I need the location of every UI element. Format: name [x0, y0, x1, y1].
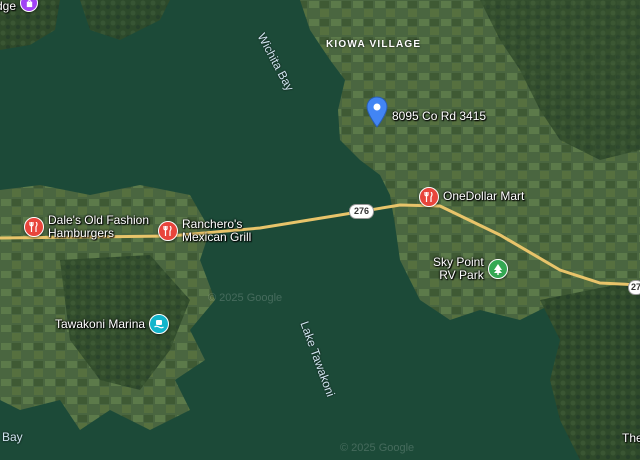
- poi-sky-point-rv-park[interactable]: Sky Point RV Park: [433, 256, 508, 282]
- poi-onedollar-mart[interactable]: OneDollar Mart: [419, 187, 524, 207]
- utensils-icon: [158, 221, 178, 241]
- utensils-icon: [24, 217, 44, 237]
- location-pin-icon: [366, 96, 388, 128]
- highway-shield-edge: 27: [628, 280, 640, 295]
- poi-rancheros-label-line2: Mexican Grill: [182, 230, 252, 244]
- poi-onedollar-label: OneDollar Mart: [443, 189, 525, 203]
- poi-rancheros-mexican-grill[interactable]: Ranchero's Mexican Grill: [158, 218, 251, 244]
- map-view[interactable]: dge KIOWA VILLAGE Wichita Bay 8095 Co Rd…: [0, 0, 640, 460]
- address-label: 8095 Co Rd 3415: [392, 109, 487, 123]
- address-marker[interactable]: 8095 Co Rd 3415: [366, 96, 486, 128]
- poi-edge-top-left[interactable]: dge: [0, 0, 39, 13]
- poi-dales-label-line2: Hamburgers: [48, 226, 115, 240]
- poi-dales-hamburgers[interactable]: Dale's Old Fashion Hamburgers: [24, 214, 149, 240]
- poi-skypoint-label-line2: RV Park: [439, 268, 484, 282]
- tree-icon: [487, 259, 508, 279]
- utensils-icon: [419, 187, 439, 207]
- highway-shield-276: 276: [349, 204, 375, 219]
- water-label-bay: Bay: [2, 430, 23, 444]
- poi-marina-label: Tawakoni Marina: [55, 317, 146, 331]
- poi-edge-label: dge: [0, 0, 17, 13]
- shopping-icon: [20, 0, 39, 12]
- area-label-edge-bottom-right: The: [622, 431, 640, 445]
- poi-tawakoni-marina[interactable]: Tawakoni Marina: [55, 314, 170, 334]
- copyright-watermark-top: © 2025 Google: [208, 292, 283, 304]
- area-label-kiowa-village: KIOWA VILLAGE: [326, 39, 422, 50]
- copyright-watermark-bottom: © 2025 Google: [340, 442, 415, 454]
- ferry-icon: [149, 314, 170, 334]
